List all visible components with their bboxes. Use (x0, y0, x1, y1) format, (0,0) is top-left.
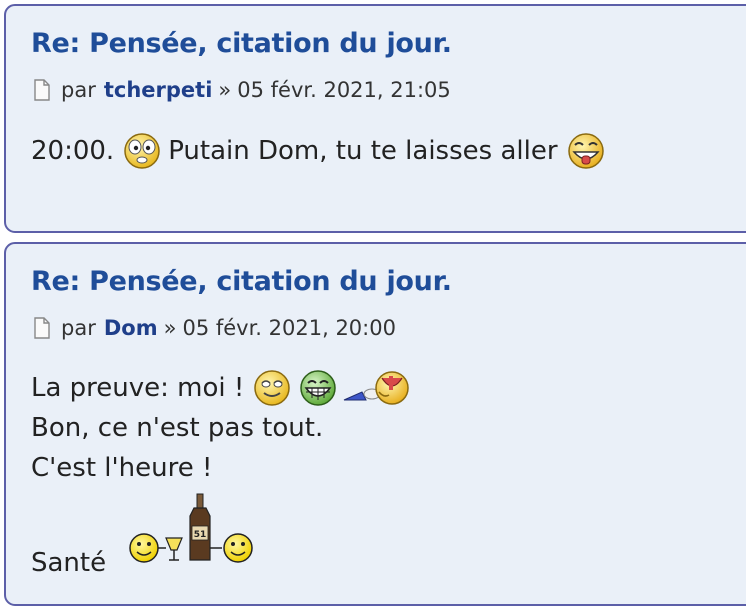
meta-separator: » (163, 316, 177, 340)
body-line: Bon, ce n'est pas tout. (31, 408, 412, 448)
document-icon[interactable] (33, 317, 51, 339)
svg-text:51: 51 (194, 530, 207, 540)
by-label: par (61, 78, 96, 102)
post-card: Re: Pensée, citation du jour. par Dom » … (4, 242, 746, 606)
drinking-smiley-icon (344, 371, 410, 405)
post-body: La preuve: moi ! Bon, ce n'est pas tout.… (31, 368, 412, 488)
author-link[interactable]: Dom (104, 316, 158, 340)
dazed-smiley-icon (124, 133, 160, 169)
post-meta: par Dom » 05 févr. 2021, 20:00 (33, 316, 396, 340)
post-date: 05 févr. 2021, 21:05 (237, 78, 451, 102)
author-link[interactable]: tcherpeti (104, 78, 213, 102)
post-date: 05 févr. 2021, 20:00 (182, 316, 396, 340)
post-meta: par tcherpeti » 05 févr. 2021, 21:05 (33, 78, 451, 102)
body-line: La preuve: moi ! (31, 368, 412, 408)
by-label: par (61, 316, 96, 340)
body-line: 20:00. Putain Dom, tu te laisses aller (31, 131, 606, 171)
meta-separator: » (218, 78, 232, 102)
document-icon[interactable] (33, 79, 51, 101)
body-text: Bon, ce n'est pas tout. (31, 413, 324, 443)
post-title[interactable]: Re: Pensée, citation du jour. (31, 266, 452, 297)
post-title[interactable]: Re: Pensée, citation du jour. (31, 28, 452, 59)
body-text: C'est l'heure ! (31, 453, 213, 483)
happy-smiley-icon (254, 370, 291, 406)
post-body: 20:00. Putain Dom, tu te laisses aller (31, 131, 606, 171)
cheers-smileys-icon: 51 (129, 493, 253, 563)
big-grin-smiley-icon (300, 370, 337, 406)
body-text: Putain Dom, tu te laisses aller (168, 136, 558, 166)
body-text: 20:00. (31, 136, 115, 166)
tongue-smiley-icon (567, 133, 604, 169)
post-card: Re: Pensée, citation du jour. par tcherp… (4, 4, 746, 233)
body-text: Santé (31, 548, 107, 578)
body-text: La preuve: moi ! (31, 373, 245, 403)
body-line: C'est l'heure ! (31, 448, 412, 488)
